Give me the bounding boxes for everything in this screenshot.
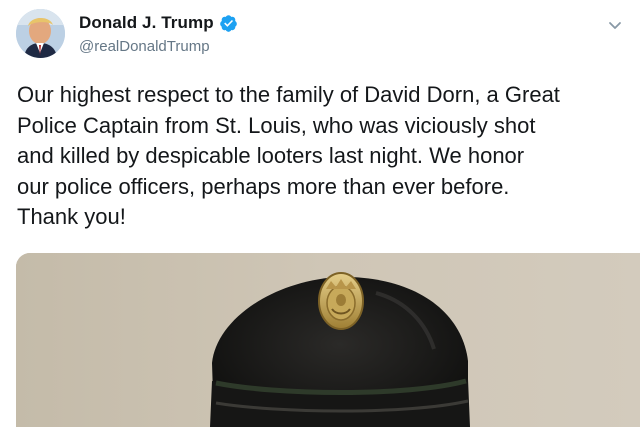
avatar-photo bbox=[16, 9, 65, 58]
tweet-text: Our highest respect to the family of Dav… bbox=[17, 80, 639, 233]
tweet-card: Donald J. Trump @realDonaldTrump Our hig… bbox=[0, 0, 640, 427]
author-handle[interactable]: @realDonaldTrump bbox=[79, 38, 210, 55]
tweet-text-line: Thank you! bbox=[17, 204, 126, 229]
tweet-text-line: Our highest respect to the family of Dav… bbox=[17, 82, 560, 107]
tweet-text-line: our police officers, perhaps more than e… bbox=[17, 173, 510, 199]
author-row: Donald J. Trump bbox=[79, 13, 238, 33]
tweet-text-line: and killed by despicable looters last ni… bbox=[17, 143, 525, 168]
avatar[interactable] bbox=[16, 9, 65, 58]
tweet-media-photo[interactable] bbox=[16, 253, 640, 427]
police-captain-photo bbox=[16, 253, 640, 427]
chevron-down-icon[interactable] bbox=[604, 14, 626, 36]
verified-badge-icon bbox=[219, 14, 238, 33]
tweet-text-line: Police Captain from St. Louis, who was v… bbox=[17, 112, 536, 138]
author-name[interactable]: Donald J. Trump bbox=[79, 13, 214, 33]
